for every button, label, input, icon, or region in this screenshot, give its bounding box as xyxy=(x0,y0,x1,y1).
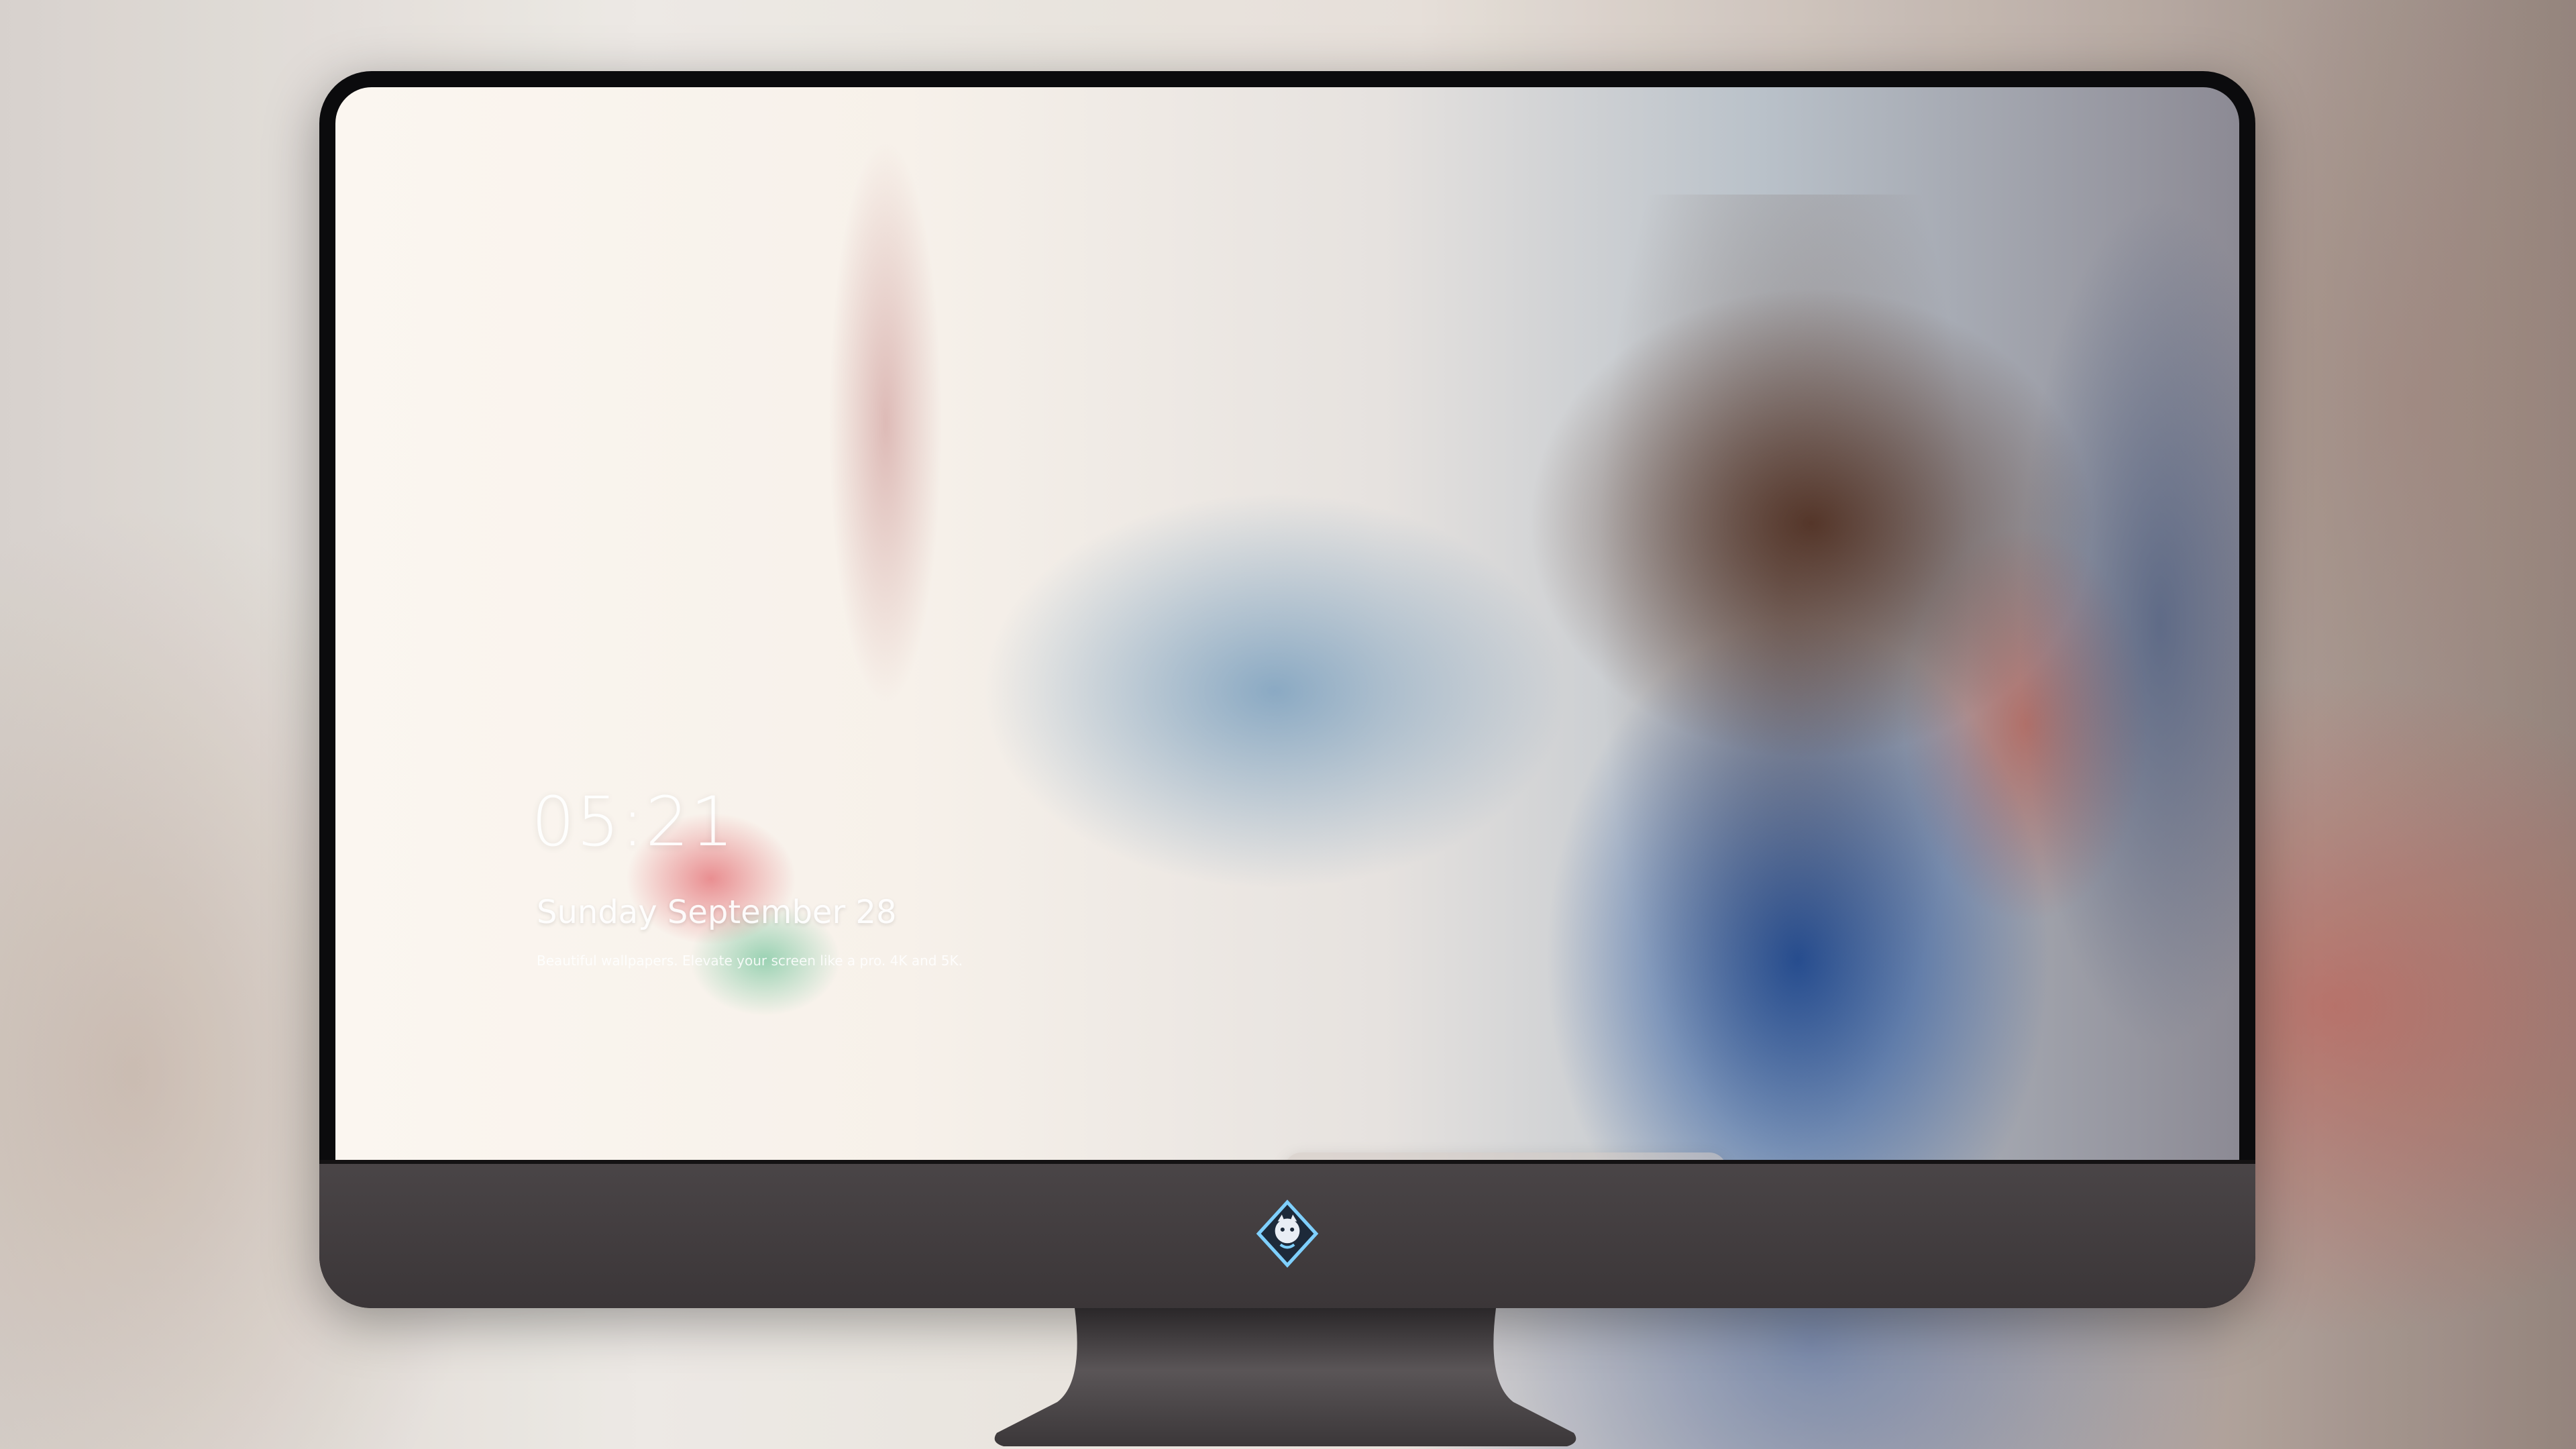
lockscreen-tagline: Beautiful wallpapers. Elevate your scree… xyxy=(537,953,963,969)
monitor-stand xyxy=(994,1308,1576,1446)
desktop-screen[interactable]: 05:21 Sunday September 28 Beautiful wall… xyxy=(335,87,2239,1160)
wallpaper-subject xyxy=(1597,195,1972,1160)
monitor-frame: 05:21 Sunday September 28 Beautiful wall… xyxy=(319,71,2255,1308)
brand-logo-icon xyxy=(1256,1199,1319,1268)
dock xyxy=(1284,1152,1727,1160)
lockscreen-date: Sunday September 28 xyxy=(537,894,897,931)
screen-bottom-edge xyxy=(319,1160,2255,1164)
lockscreen-time: 05:21 xyxy=(531,782,735,862)
